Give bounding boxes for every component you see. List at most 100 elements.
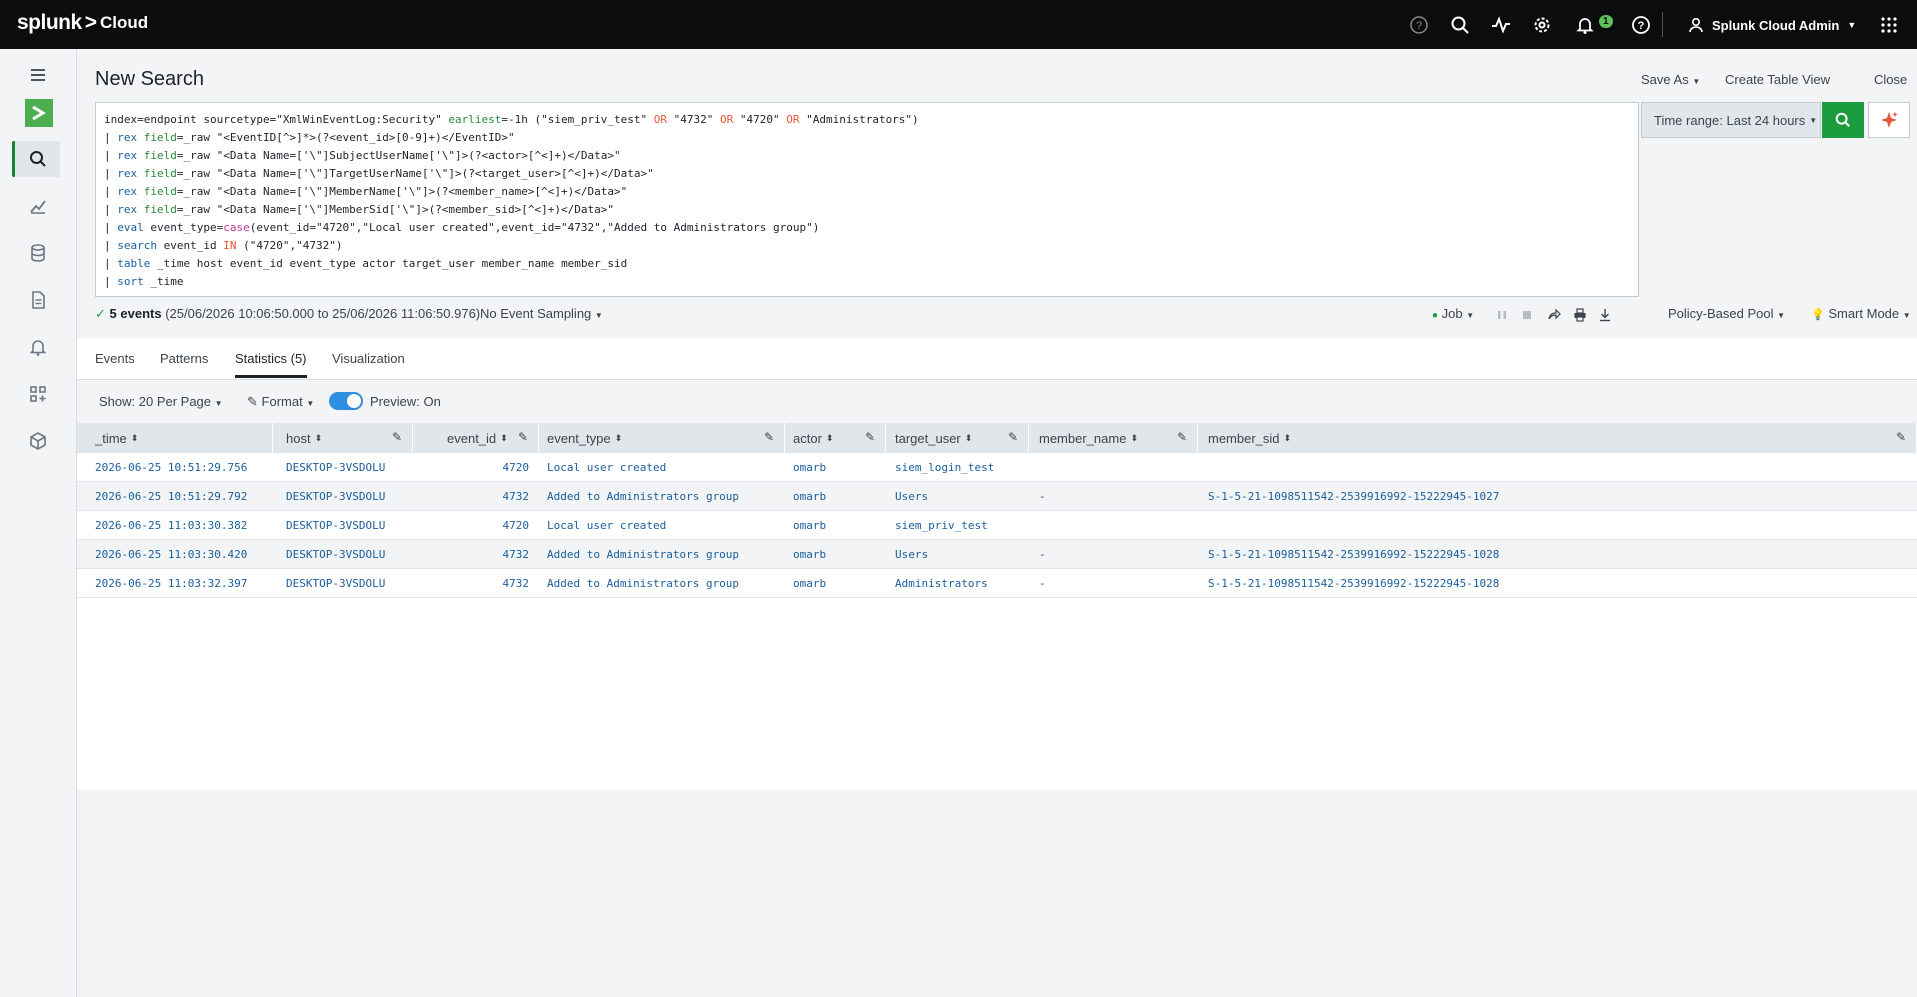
sparkle-icon: [1881, 112, 1898, 128]
cell-target-user[interactable]: Administrators: [895, 577, 988, 590]
pencil-icon[interactable]: ✎: [518, 430, 532, 444]
column-header-member-name[interactable]: member_name ⬍ ✎: [1029, 423, 1198, 453]
stop-icon[interactable]: [1520, 308, 1534, 322]
cell-host[interactable]: DESKTOP-3VSDOLU: [286, 490, 385, 503]
search-query-editor[interactable]: index=endpoint sourcetype="XmlWinEventLo…: [95, 102, 1639, 297]
tab-events[interactable]: Events: [95, 351, 135, 366]
search-icon[interactable]: [1447, 12, 1473, 38]
cell-time[interactable]: 2026-06-25 10:51:29.756: [95, 461, 247, 474]
help-circle-icon[interactable]: ?: [1406, 12, 1432, 38]
query-line: | rex field=_raw "<EventID[^>]*>(?<event…: [104, 131, 515, 144]
cell-event-type[interactable]: Added to Administrators group: [547, 548, 739, 561]
database-icon[interactable]: [14, 235, 62, 271]
cell-target-user[interactable]: Users: [895, 548, 928, 561]
per-page-dropdown[interactable]: Show: 20 Per Page ▼: [99, 394, 223, 409]
cell-event-id[interactable]: 4732: [503, 490, 530, 503]
cell-actor[interactable]: omarb: [793, 490, 826, 503]
column-header-event-id[interactable]: event_id ⬍ ✎: [413, 423, 539, 453]
column-header-event-type[interactable]: event_type ⬍ ✎: [539, 423, 785, 453]
cell-time[interactable]: 2026-06-25 10:51:29.792: [95, 490, 247, 503]
cell-actor[interactable]: omarb: [793, 461, 826, 474]
cell-event-type[interactable]: Local user created: [547, 519, 666, 532]
package-icon[interactable]: [14, 423, 62, 459]
cell-member-name[interactable]: -: [1039, 577, 1046, 590]
bell-icon[interactable]: [14, 329, 62, 365]
create-table-view-button[interactable]: Create Table View: [1725, 72, 1830, 87]
pencil-icon[interactable]: ✎: [1008, 430, 1022, 444]
search-status-row: ✓ 5 events (25/06/2026 10:06:50.000 to 2…: [95, 306, 1915, 328]
print-icon[interactable]: [1573, 308, 1587, 322]
search-icon[interactable]: [12, 141, 60, 177]
ai-assistant-button[interactable]: [1868, 102, 1910, 138]
cell-member-sid[interactable]: S-1-5-21-1098511542-2539916992-15222945-…: [1208, 577, 1499, 590]
format-dropdown[interactable]: ✎ Format ▼: [247, 394, 314, 410]
cell-event-id[interactable]: 4720: [503, 519, 530, 532]
cell-host[interactable]: DESKTOP-3VSDOLU: [286, 461, 385, 474]
grid-icon[interactable]: [1876, 12, 1902, 38]
save-as-button[interactable]: Save As ▼: [1641, 72, 1700, 87]
preview-toggle[interactable]: [329, 392, 363, 410]
chart-icon[interactable]: [14, 188, 62, 224]
event-sampling-dropdown[interactable]: No Event Sampling ▼: [480, 306, 603, 321]
cell-time[interactable]: 2026-06-25 11:03:30.420: [95, 548, 247, 561]
pencil-icon[interactable]: ✎: [1177, 430, 1191, 444]
pencil-icon[interactable]: ✎: [764, 430, 778, 444]
activity-icon[interactable]: [1488, 12, 1514, 38]
search-button[interactable]: [1822, 102, 1864, 138]
time-range-picker[interactable]: Time range: Last 24 hours ▼: [1641, 102, 1821, 138]
table-row: 2026-06-25 11:03:30.420 DESKTOP-3VSDOLU 47…: [77, 540, 1917, 569]
pencil-icon[interactable]: ✎: [392, 430, 406, 444]
cell-member-name[interactable]: -: [1039, 548, 1046, 561]
check-icon: ✓: [95, 306, 106, 321]
cell-target-user[interactable]: Users: [895, 490, 928, 503]
share-icon[interactable]: [1547, 308, 1561, 322]
cell-time[interactable]: 2026-06-25 11:03:32.397: [95, 577, 247, 590]
tab-visualization[interactable]: Visualization: [332, 351, 405, 366]
cell-member-sid[interactable]: S-1-5-21-1098511542-2539916992-15222945-…: [1208, 490, 1499, 503]
cell-target-user[interactable]: siem_priv_test: [895, 519, 988, 532]
cell-host[interactable]: DESKTOP-3VSDOLU: [286, 548, 385, 561]
cell-host[interactable]: DESKTOP-3VSDOLU: [286, 577, 385, 590]
search-mode-dropdown[interactable]: 💡 Smart Mode ▼: [1811, 306, 1911, 321]
pencil-icon[interactable]: ✎: [865, 430, 879, 444]
question-icon[interactable]: ?: [1628, 12, 1654, 38]
column-header-host[interactable]: host ⬍ ✎: [273, 423, 413, 453]
tab-patterns[interactable]: Patterns: [160, 351, 208, 366]
cell-event-id[interactable]: 4720: [503, 461, 530, 474]
cell-member-sid[interactable]: S-1-5-21-1098511542-2539916992-15222945-…: [1208, 548, 1499, 561]
cell-actor[interactable]: omarb: [793, 519, 826, 532]
cell-actor[interactable]: omarb: [793, 577, 826, 590]
column-header-actor[interactable]: actor ⬍ ✎: [785, 423, 886, 453]
app-logo[interactable]: [25, 99, 53, 127]
cell-time[interactable]: 2026-06-25 11:03:30.382: [95, 519, 247, 532]
cell-host[interactable]: DESKTOP-3VSDOLU: [286, 519, 385, 532]
menu-icon[interactable]: [14, 57, 62, 93]
apps-icon[interactable]: [14, 376, 62, 412]
gear-icon[interactable]: [1529, 12, 1555, 38]
cell-member-name[interactable]: -: [1039, 490, 1046, 503]
cell-event-type[interactable]: Local user created: [547, 461, 666, 474]
column-header-member-sid[interactable]: member_sid ⬍ ✎: [1198, 423, 1917, 453]
pencil-icon[interactable]: ✎: [1896, 430, 1910, 444]
cell-event-id[interactable]: 4732: [503, 548, 530, 561]
pool-dropdown[interactable]: Policy-Based Pool ▼: [1668, 306, 1785, 321]
query-line: index=endpoint sourcetype="XmlWinEventLo…: [104, 113, 919, 126]
results-panel: Show: 20 Per Page ▼ ✎ Format ▼ Preview: …: [77, 380, 1917, 790]
cell-event-type[interactable]: Added to Administrators group: [547, 490, 739, 503]
bell-icon[interactable]: [1572, 12, 1598, 38]
pause-icon[interactable]: [1495, 308, 1509, 322]
chevron-down-icon: ▼: [1902, 311, 1911, 320]
cell-event-type[interactable]: Added to Administrators group: [547, 577, 739, 590]
cell-actor[interactable]: omarb: [793, 548, 826, 561]
close-button[interactable]: Close: [1874, 72, 1907, 87]
column-header-target-user[interactable]: target_user ⬍ ✎: [886, 423, 1029, 453]
tab-statistics[interactable]: Statistics (5): [235, 351, 307, 378]
user-menu[interactable]: Splunk Cloud Admin ▼: [1688, 12, 1856, 38]
cell-target-user[interactable]: siem_login_test: [895, 461, 994, 474]
job-menu[interactable]: ● Job ▼: [1432, 306, 1474, 321]
splunk-logo[interactable]: splunk > Cloud: [17, 11, 148, 35]
cell-event-id[interactable]: 4732: [503, 577, 530, 590]
download-icon[interactable]: [1598, 308, 1612, 322]
document-icon[interactable]: [14, 282, 62, 318]
column-header-time[interactable]: _time ⬍: [77, 423, 273, 453]
